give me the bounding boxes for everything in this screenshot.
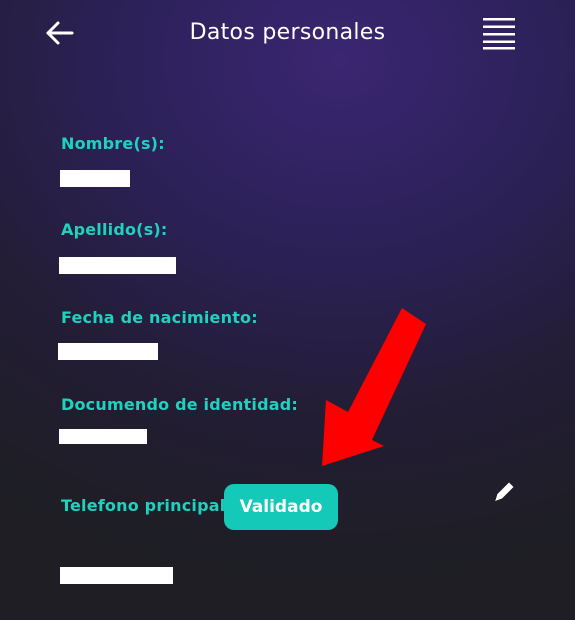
- nombre-value-redacted: [60, 170, 130, 187]
- app-header: Datos personales: [0, 0, 575, 72]
- apellido-label: Apellido(s):: [61, 220, 168, 239]
- fecha-nacimiento-label: Fecha de nacimiento:: [61, 308, 258, 327]
- telefono-value-redacted: [60, 567, 173, 584]
- telefono-label: Telefono principal:: [61, 496, 233, 515]
- red-arrow-icon: [322, 308, 426, 466]
- fecha-nacimiento-value-redacted: [58, 343, 158, 360]
- hamburger-menu-icon: [483, 18, 515, 50]
- documento-label: Documendo de identidad:: [61, 395, 298, 414]
- menu-button[interactable]: [478, 14, 520, 54]
- pencil-icon: [495, 482, 514, 501]
- nombre-label: Nombre(s):: [61, 134, 165, 153]
- edit-telefono-button[interactable]: [490, 478, 518, 506]
- validated-status-badge: Validado: [224, 484, 338, 530]
- apellido-value-redacted: [59, 257, 176, 274]
- documento-value-redacted: [59, 429, 147, 444]
